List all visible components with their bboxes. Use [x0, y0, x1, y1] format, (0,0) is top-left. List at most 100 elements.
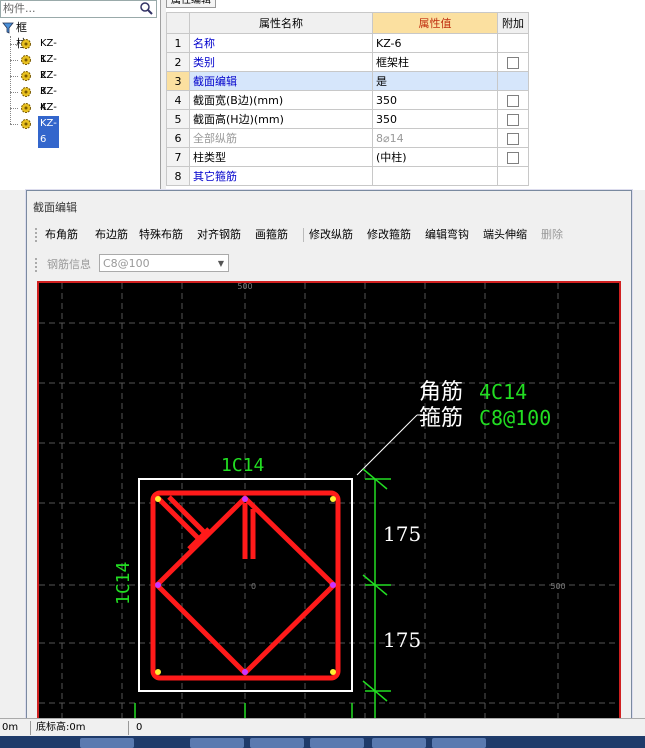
dimension-top: 175	[383, 522, 421, 546]
toolbar-button[interactable]: 删除	[541, 225, 563, 245]
tree-connector	[10, 124, 18, 125]
tree-connector	[10, 76, 18, 77]
property-row[interactable]: 5 截面高(H边)(mm) 350	[166, 109, 529, 129]
property-row[interactable]: 3 截面编辑是	[166, 71, 529, 91]
add-checkbox[interactable]	[507, 132, 519, 145]
search-input[interactable]: 构件...	[3, 1, 36, 16]
property-row[interactable]: 1 名称 KZ-6	[166, 33, 529, 53]
axis-top-label: 500	[237, 283, 252, 291]
toolbar-button[interactable]: 端头伸缩	[483, 225, 527, 245]
property-name: 截面编辑	[189, 71, 373, 91]
taskbar-app-1[interactable]	[80, 738, 134, 748]
row-number: 6	[166, 128, 190, 148]
add-checkbox[interactable]	[507, 113, 519, 126]
tree-connector	[10, 44, 18, 45]
chevron-down-icon[interactable]: ▼	[218, 255, 224, 273]
gear-icon	[21, 103, 31, 113]
row-number: 3	[166, 71, 190, 91]
property-grid: 属性编辑 属性名称 属性值 附加 1 名称 KZ-6 2 类别 框架柱 3 截面编辑是 4 截面宽…	[166, 0, 645, 190]
row-number: 5	[166, 109, 190, 129]
toolbar-button[interactable]: 布角筋	[45, 225, 78, 245]
toolbar-button[interactable]: 修改纵筋	[309, 225, 353, 245]
grid	[39, 283, 619, 719]
row-number: 8	[166, 166, 190, 186]
top-side-bar-label[interactable]: 1C14	[221, 455, 264, 476]
header-add: 附加	[497, 12, 529, 34]
left-side-bar-label[interactable]: 1C14	[113, 562, 134, 605]
property-name: 全部纵筋	[189, 128, 373, 148]
rebar-info-label: 钢筋信息	[47, 258, 91, 271]
property-value[interactable]: 框架柱	[372, 52, 498, 72]
row-number: 2	[166, 52, 190, 72]
property-add-cell	[497, 90, 529, 110]
header-property-value: 属性值	[372, 12, 498, 34]
status-value: 0	[136, 722, 143, 733]
property-header-row: 属性名称 属性值 附加	[166, 12, 529, 34]
property-name: 截面宽(B边)(mm)	[189, 90, 373, 110]
property-value[interactable]	[372, 166, 498, 186]
gear-icon	[21, 39, 31, 49]
section-edit-dialog: 截面编辑 布角筋 布边筋 特殊布筋 对齐钢筋 画箍筋 修改纵筋 修改箍筋 编辑弯钩 端头伸缩 删除…	[26, 190, 632, 722]
stirrup-value[interactable]: C8@100	[479, 406, 551, 430]
section-drawing[interactable]: 500 500 0 角筋 4C14 箍筋 C8@100 1C14 1C14 17…	[39, 282, 619, 719]
property-value[interactable]: (中柱)	[372, 147, 498, 167]
property-row[interactable]: 7 柱类型 (中柱)	[166, 147, 529, 167]
property-row[interactable]: 8 其它箍筋	[166, 166, 529, 186]
add-checkbox[interactable]	[507, 56, 519, 69]
stirrup-label: 箍筋	[419, 406, 463, 431]
gear-icon	[21, 119, 31, 129]
toolbar-button[interactable]: 修改箍筋	[367, 225, 411, 245]
add-checkbox[interactable]	[507, 151, 519, 164]
toolbar-button[interactable]: 编辑弯钩	[425, 225, 469, 245]
corner-bar-value[interactable]: 4C14	[479, 380, 527, 404]
search-box[interactable]: 构件...	[0, 0, 157, 18]
search-icon[interactable]	[138, 1, 154, 17]
property-row[interactable]: 2 类别 框架柱	[166, 52, 529, 72]
grip-handle	[35, 258, 39, 272]
property-value[interactable]: 8⌀14	[372, 128, 498, 148]
property-name: 柱类型	[189, 147, 373, 167]
taskbar-app-5[interactable]	[372, 738, 426, 748]
taskbar-app-4[interactable]	[310, 738, 364, 748]
leader-line	[356, 414, 418, 476]
tree-connector	[10, 60, 18, 61]
tree-item-label: KZ-6	[38, 116, 59, 148]
property-value[interactable]: 350	[372, 109, 498, 129]
toolbar-button[interactable]: 布边筋	[95, 225, 128, 245]
property-value[interactable]: 是	[372, 71, 498, 91]
row-number: 7	[166, 147, 190, 167]
taskbar-app-2[interactable]	[190, 738, 244, 748]
toolbar-button[interactable]: 对齐钢筋	[197, 225, 241, 245]
taskbar	[0, 736, 645, 748]
property-value[interactable]: 350	[372, 90, 498, 110]
add-checkbox[interactable]	[507, 94, 519, 107]
toolbar-button[interactable]: 画箍筋	[255, 225, 288, 245]
toolbar-button[interactable]: 特殊布筋	[139, 225, 183, 245]
axis-right-label: 500	[550, 582, 565, 591]
tab-property-edit[interactable]: 属性编辑	[166, 0, 216, 8]
property-row[interactable]: 4 截面宽(B边)(mm) 350	[166, 90, 529, 110]
property-add-cell	[497, 109, 529, 129]
taskbar-app-6[interactable]	[432, 738, 486, 748]
gear-icon	[21, 71, 31, 81]
property-add-cell	[497, 71, 529, 91]
rebar-info-row: 钢筋信息 C8@100 ▼	[33, 254, 333, 276]
property-add-cell	[497, 52, 529, 72]
property-value[interactable]: KZ-6	[372, 33, 498, 53]
component-tree-panel: 构件... 框柱 KZ-1KZ-2KZ-3KZ-4KZ-5KZ-6	[0, 0, 161, 190]
status-left: 0m	[2, 722, 19, 733]
property-add-cell	[497, 166, 529, 186]
row-number: 4	[166, 90, 190, 110]
status-base-elevation: 底标高:0m	[36, 722, 86, 733]
property-add-cell	[497, 147, 529, 167]
row-number: 1	[166, 33, 190, 53]
taskbar-app-3[interactable]	[250, 738, 304, 748]
rebar-info-select[interactable]: C8@100 ▼	[99, 254, 229, 272]
section-drawing-canvas[interactable]: 500 500 0 角筋 4C14 箍筋 C8@100 1C14 1C14 17…	[37, 281, 621, 721]
dialog-title: 截面编辑	[33, 201, 77, 214]
grip-handle	[35, 228, 37, 242]
property-name: 名称	[189, 33, 373, 53]
property-row[interactable]: 6 全部纵筋 8⌀14	[166, 128, 529, 148]
filter-icon	[2, 22, 14, 34]
property-add-cell	[497, 128, 529, 148]
